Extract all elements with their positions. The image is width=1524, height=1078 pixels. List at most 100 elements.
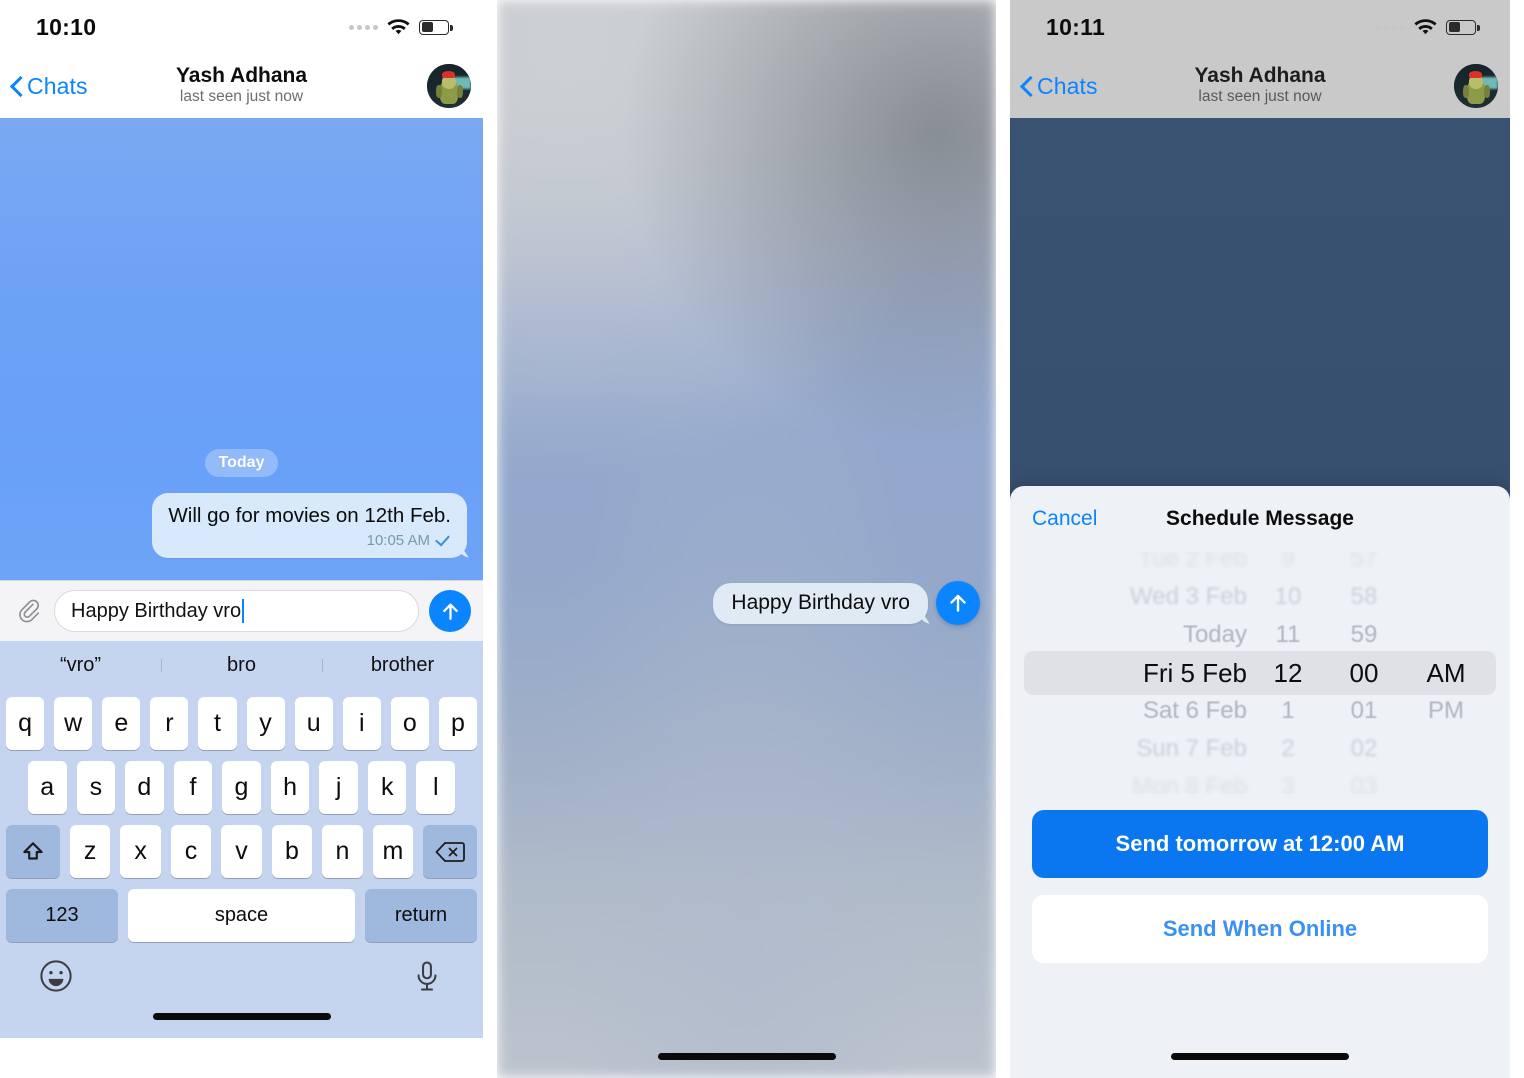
key-y[interactable]: y	[246, 697, 285, 750]
message-input-value: Happy Birthday vro	[71, 599, 242, 622]
contact-name: Yash Adhana	[1194, 63, 1326, 87]
suggestion-0[interactable]: “vro”	[0, 654, 161, 677]
contact-avatar[interactable]	[427, 64, 471, 108]
key-z[interactable]: z	[69, 825, 111, 878]
wifi-icon	[387, 18, 410, 36]
picker-hour-option[interactable]: 1	[1281, 692, 1294, 730]
emoji-smiley-icon[interactable]	[38, 958, 74, 994]
picker-meridiem-selected[interactable]: AM	[1427, 654, 1466, 692]
autocomplete-suggestions: “vro” bro brother	[0, 641, 483, 689]
cancel-button[interactable]: Cancel	[1032, 507, 1097, 531]
key-f[interactable]: f	[173, 761, 213, 814]
message-timestamp: 10:05 AM	[366, 532, 430, 549]
picker-hour-option[interactable]: 10	[1275, 578, 1302, 616]
picker-minute-selected[interactable]: 00	[1350, 654, 1379, 692]
message-input-bar: Happy Birthday vro	[0, 580, 483, 641]
shift-arrow-up-icon[interactable]	[5, 825, 60, 878]
paperclip-icon[interactable]	[14, 595, 44, 627]
navigation-bar: Chats Yash Adhana last seen just now	[1010, 54, 1510, 118]
draft-message-bubble[interactable]: Happy Birthday vro	[713, 582, 928, 624]
cellular-dots-icon	[349, 24, 378, 30]
chat-message-area: Today Will go for movies on 12th Feb. 10…	[0, 118, 483, 580]
contact-avatar[interactable]	[1454, 64, 1498, 108]
return-key[interactable]: return	[365, 889, 477, 942]
key-q[interactable]: q	[6, 697, 45, 750]
chevron-left-icon	[10, 75, 23, 97]
suggestion-1[interactable]: bro	[161, 654, 322, 677]
outgoing-message-bubble[interactable]: Will go for movies on 12th Feb. 10:05 AM	[152, 493, 467, 558]
picker-minute-option[interactable]: 03	[1351, 768, 1378, 795]
key-w[interactable]: w	[54, 697, 93, 750]
picker-meridiem-option[interactable]: PM	[1428, 692, 1464, 730]
picker-hour-selected[interactable]: 12	[1274, 654, 1303, 692]
picker-date-option[interactable]: Tue 2 Feb	[1138, 552, 1247, 578]
key-b[interactable]: b	[271, 825, 313, 878]
status-bar: 10:11	[1010, 0, 1510, 54]
key-s[interactable]: s	[76, 761, 116, 814]
key-o[interactable]: o	[390, 697, 429, 750]
picker-hour-option[interactable]: 2	[1281, 730, 1294, 768]
datetime-picker[interactable]: Tue 2 Feb Wed 3 Feb Today Fri 5 Feb Sat …	[1010, 552, 1510, 794]
picker-date-option[interactable]: Sat 6 Feb	[1143, 692, 1247, 730]
key-t[interactable]: t	[198, 697, 237, 750]
picker-minute-option[interactable]: 02	[1351, 730, 1378, 768]
cellular-dots-icon	[1376, 24, 1405, 30]
key-l[interactable]: l	[416, 761, 456, 814]
key-k[interactable]: k	[367, 761, 407, 814]
picker-minute-option[interactable]: 57	[1351, 552, 1378, 578]
panel-send-options-menu: Happy Birthday vro Send Without Sound Sc…	[497, 0, 1010, 1078]
backspace-delete-icon[interactable]	[423, 825, 478, 878]
key-n[interactable]: n	[322, 825, 363, 878]
picker-date-option[interactable]: Wed 3 Feb	[1130, 578, 1247, 616]
text-caret	[242, 599, 245, 623]
back-to-chats-button[interactable]: Chats	[10, 73, 88, 100]
status-indicators	[1376, 18, 1480, 36]
key-d[interactable]: d	[125, 761, 164, 814]
key-u[interactable]: u	[294, 697, 333, 750]
navigation-bar: Chats Yash Adhana last seen just now	[0, 54, 483, 118]
message-input-field[interactable]: Happy Birthday vro	[54, 590, 419, 632]
send-scheduled-button[interactable]: Send tomorrow at 12:00 AM	[1032, 810, 1488, 878]
picker-hour-option[interactable]: 11	[1276, 616, 1301, 654]
picker-date-option[interactable]: Today	[1183, 616, 1247, 654]
picker-column-date[interactable]: Tue 2 Feb Wed 3 Feb Today Fri 5 Feb Sat …	[1043, 552, 1253, 794]
picker-column-meridiem[interactable]: AM PM	[1405, 552, 1487, 794]
key-p[interactable]: p	[438, 697, 477, 750]
message-meta: 10:05 AM	[168, 532, 451, 549]
suggestion-2[interactable]: brother	[322, 654, 483, 677]
send-button[interactable]	[936, 581, 980, 625]
picker-meridiem-spacer	[1443, 552, 1450, 578]
key-v[interactable]: v	[221, 825, 262, 878]
sheet-action-buttons: Send tomorrow at 12:00 AM Send When Onli…	[1010, 794, 1510, 963]
picker-date-option[interactable]: Sun 7 Feb	[1136, 730, 1247, 768]
picker-columns: Tue 2 Feb Wed 3 Feb Today Fri 5 Feb Sat …	[1010, 552, 1510, 794]
picker-minute-option[interactable]: 59	[1351, 616, 1378, 654]
numbers-key[interactable]: 123	[6, 889, 118, 942]
picker-minute-option[interactable]: 01	[1351, 692, 1378, 730]
space-key[interactable]: space	[128, 889, 355, 942]
key-c[interactable]: c	[170, 825, 212, 878]
picker-column-hour[interactable]: 9 10 11 12 1 2 3	[1253, 552, 1323, 794]
key-i[interactable]: i	[342, 697, 381, 750]
key-h[interactable]: h	[270, 761, 310, 814]
contact-status: last seen just now	[179, 88, 304, 106]
key-m[interactable]: m	[372, 825, 414, 878]
message-text: Will go for movies on 12th Feb.	[168, 504, 451, 528]
key-j[interactable]: j	[319, 761, 358, 814]
picker-hour-option[interactable]: 9	[1281, 552, 1294, 578]
picker-date-option[interactable]: Mon 8 Feb	[1132, 768, 1247, 795]
key-x[interactable]: x	[120, 825, 161, 878]
send-when-online-button[interactable]: Send When Online	[1032, 895, 1488, 963]
key-r[interactable]: r	[150, 697, 189, 750]
key-g[interactable]: g	[222, 761, 261, 814]
send-button[interactable]	[429, 590, 471, 632]
draft-message-text: Happy Birthday vro	[731, 590, 910, 614]
picker-minute-option[interactable]: 58	[1351, 578, 1378, 616]
key-e[interactable]: e	[102, 697, 141, 750]
picker-date-selected[interactable]: Fri 5 Feb	[1143, 654, 1247, 692]
back-to-chats-button[interactable]: Chats	[1020, 73, 1098, 100]
picker-column-minute[interactable]: 57 58 59 00 01 02 03	[1323, 552, 1405, 794]
microphone-icon[interactable]	[409, 958, 445, 994]
picker-hour-option[interactable]: 3	[1281, 768, 1294, 795]
key-a[interactable]: a	[27, 761, 67, 814]
